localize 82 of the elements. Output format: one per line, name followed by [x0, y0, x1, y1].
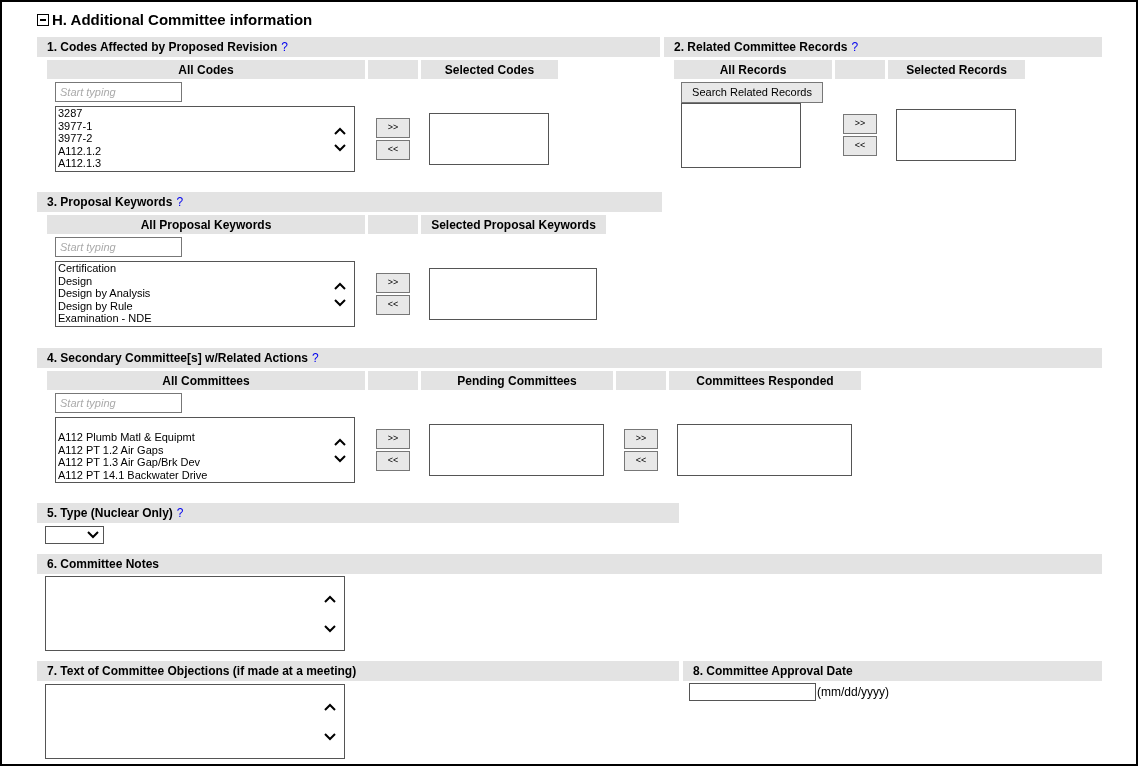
list-option[interactable]: 3287 — [58, 107, 102, 120]
chevron-up-icon[interactable] — [334, 437, 346, 446]
section-label: 4. Secondary Committee[s] w/Related Actions — [47, 350, 308, 367]
column-header: All Proposal Keywords — [47, 215, 365, 234]
column-header: Pending Committees — [421, 371, 613, 390]
column-header: Selected Proposal Keywords — [421, 215, 606, 234]
type-dropdown[interactable] — [45, 526, 104, 544]
collapse-icon[interactable] — [37, 14, 49, 26]
chevron-down-icon[interactable] — [334, 143, 346, 152]
add-button[interactable]: >> — [376, 429, 410, 449]
add-button[interactable]: >> — [376, 273, 410, 293]
chevron-down-icon[interactable] — [87, 531, 99, 539]
column-header: Committees Responded — [669, 371, 861, 390]
selected-listbox[interactable] — [429, 113, 549, 165]
section-label: 7. Text of Committee Objections (if made at a meeting) — [47, 663, 357, 680]
help-link[interactable]: ? — [176, 504, 184, 522]
section-label: 3. Proposal Keywords — [47, 194, 173, 211]
column-header: Selected Records — [888, 60, 1025, 79]
section-label: 5. Type (Nuclear Only) — [47, 505, 173, 522]
filter-input[interactable]: Start typing — [55, 393, 182, 413]
list-option[interactable]: Design — [58, 274, 152, 287]
list-option[interactable]: A112.1.3 — [58, 157, 102, 170]
chevron-up-icon[interactable] — [334, 126, 346, 135]
help-link[interactable]: ? — [281, 38, 288, 56]
column-header-blank — [835, 60, 885, 79]
selected-listbox[interactable] — [429, 268, 597, 320]
options-listbox[interactable]: A112 Plumb Matl & Equipmt A112 PT 1.2 Air Gaps A112 PT 1.3 Air Gap/Brk Dev A112 PT 14.1 Backwater Drive — [55, 417, 355, 483]
chevron-down-icon[interactable] — [334, 454, 346, 463]
list-option[interactable]: 3977-2 — [58, 132, 102, 145]
column-header-blank — [368, 371, 418, 390]
help-link[interactable]: ? — [851, 38, 859, 56]
add-button[interactable]: >> — [624, 429, 658, 449]
chevron-down-icon[interactable] — [334, 298, 346, 307]
chevron-up-icon[interactable] — [324, 702, 336, 711]
options-listbox[interactable]: 3287 3977-1 3977-2 A112.1.2 A112.1.3 — [55, 106, 355, 172]
column-header-blank — [616, 371, 666, 390]
column-header: All Records — [674, 60, 832, 79]
list-option[interactable]: A112 PT 14.1 Backwater Drive — [58, 468, 208, 481]
selected-listbox[interactable] — [429, 424, 604, 476]
date-format-hint: (mm/dd/yyyy) — [817, 684, 889, 701]
list-option[interactable]: Design by Analysis — [58, 287, 152, 300]
help-link[interactable]: ? — [311, 349, 319, 367]
help-link[interactable]: ? — [176, 193, 184, 211]
remove-button[interactable]: << — [376, 140, 410, 160]
list-option[interactable]: Examination - NDE — [58, 312, 152, 325]
section-title: H. Additional Committee information — [52, 9, 313, 30]
column-header: All Committees — [47, 371, 365, 390]
filter-input[interactable]: Start typing — [55, 82, 182, 102]
text-area[interactable] — [45, 684, 345, 759]
remove-button[interactable]: << — [843, 136, 877, 156]
filter-input[interactable]: Start typing — [55, 237, 182, 257]
remove-button[interactable]: << — [376, 451, 410, 471]
section-label: 2. Related Committee Records — [674, 39, 848, 56]
list-option[interactable]: A112 PT 1.2 Air Gaps — [58, 443, 208, 456]
chevron-up-icon[interactable] — [324, 594, 336, 603]
selected-listbox[interactable] — [896, 109, 1016, 161]
options-listbox[interactable]: Certification Design Design by Analysis Design by Rule Examination - NDE — [55, 261, 355, 327]
list-option[interactable]: A112 PT 1.3 Air Gap/Brk Dev — [58, 456, 208, 469]
chevron-down-icon[interactable] — [324, 624, 336, 633]
column-header-blank — [368, 60, 418, 79]
column-header: Selected Codes — [421, 60, 558, 79]
list-option[interactable]: Design by Rule — [58, 299, 152, 312]
column-header: All Codes — [47, 60, 365, 79]
records-listbox[interactable] — [681, 103, 801, 168]
chevron-down-icon[interactable] — [324, 732, 336, 741]
list-option[interactable]: A112.1.2 — [58, 144, 102, 157]
selected-listbox[interactable] — [677, 424, 852, 476]
chevron-up-icon[interactable] — [334, 281, 346, 290]
list-option[interactable]: 3977-1 — [58, 119, 102, 132]
section-label: 8. Committee Approval Date — [693, 663, 853, 680]
remove-button[interactable]: << — [624, 451, 658, 471]
list-option[interactable]: Certification — [58, 262, 152, 275]
list-option[interactable]: A112 Plumb Matl & Equipmt — [58, 431, 208, 444]
add-button[interactable]: >> — [843, 114, 877, 134]
column-header-blank — [368, 215, 418, 234]
add-button[interactable]: >> — [376, 118, 410, 138]
date-input[interactable] — [689, 683, 816, 701]
section-label: 6. Committee Notes — [47, 556, 160, 573]
search-records-button[interactable]: Search Related Records — [681, 82, 823, 103]
remove-button[interactable]: << — [376, 295, 410, 315]
text-area[interactable] — [45, 576, 345, 651]
section-label: 1. Codes Affected by Proposed Revision — [47, 39, 278, 56]
